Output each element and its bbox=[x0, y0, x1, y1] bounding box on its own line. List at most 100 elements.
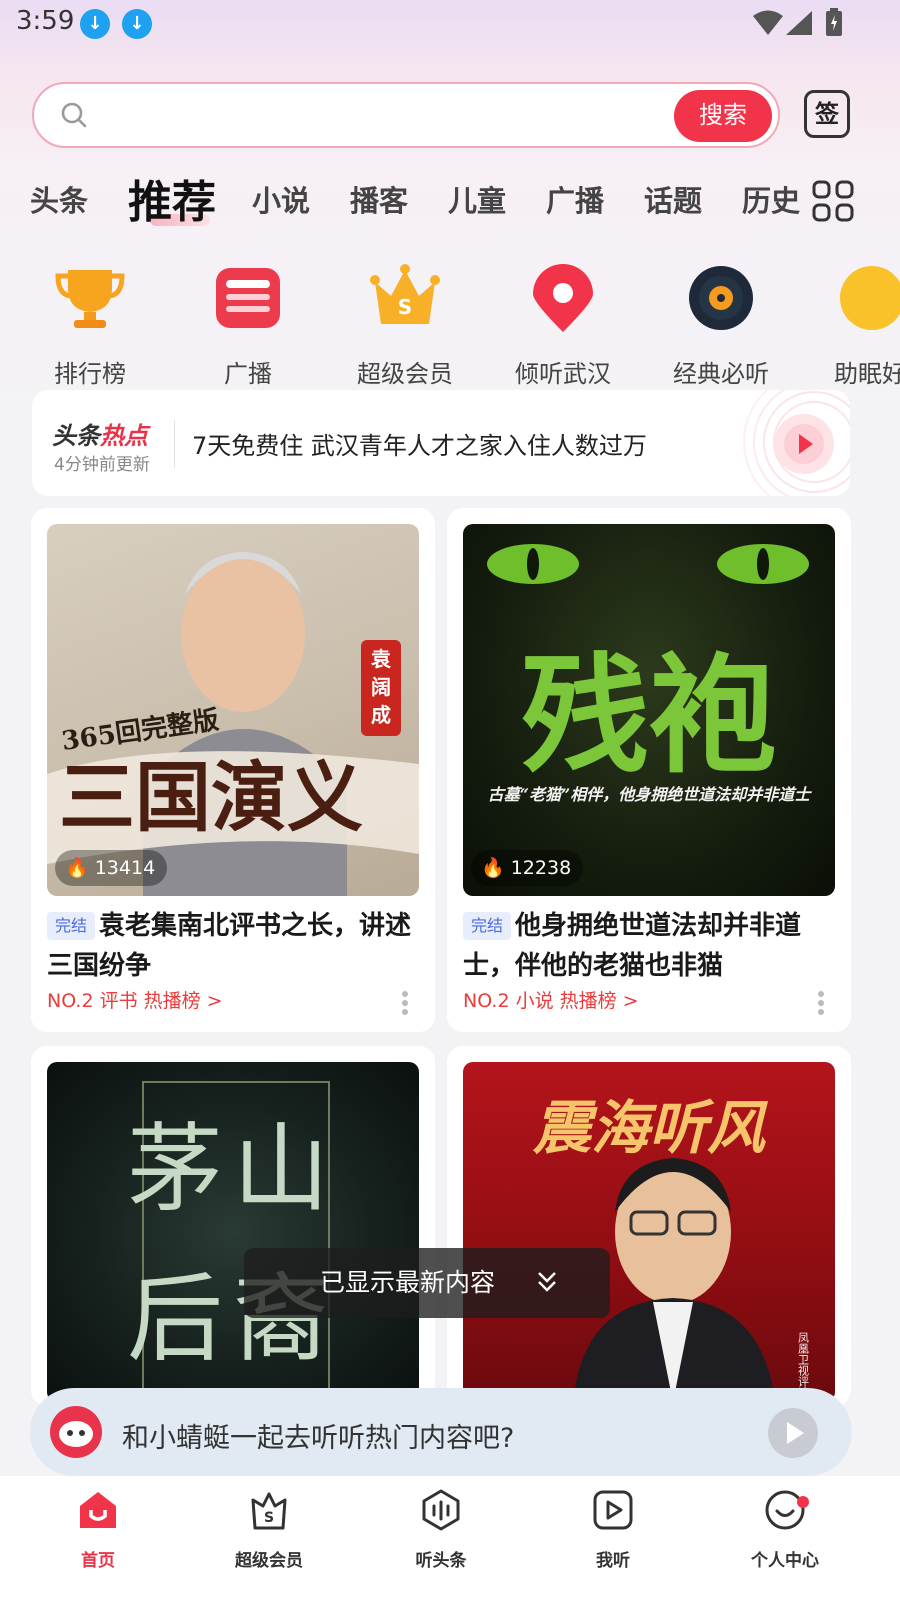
album-title[interactable]: 完结 袁老集南北评书之长，讲述三国纷争 bbox=[47, 906, 419, 986]
cover-title: 茅山 bbox=[127, 1113, 339, 1225]
tab-recommended[interactable]: 推荐 bbox=[128, 166, 216, 230]
cover-title: 残袍 bbox=[521, 641, 777, 791]
album-cover[interactable]: 茅山 后裔 bbox=[47, 1062, 419, 1402]
cover-artwork: 残袍 古墓“老猫”相伴，他身拥绝世道法却并非道士 bbox=[487, 544, 812, 804]
toast-text: 已显示最新内容 bbox=[320, 1268, 496, 1297]
tab-topic[interactable]: 话题 bbox=[644, 178, 702, 220]
cover-subtitle: 古墓“老猫”相伴，他身拥绝世道法却并非道士 bbox=[488, 785, 812, 804]
category-tabs: 头条 推荐 小说 播客 儿童 广播 话题 历史 bbox=[0, 164, 800, 234]
nav-super-vip[interactable]: S 超级会员 bbox=[209, 1488, 329, 1571]
search-icon bbox=[61, 102, 87, 128]
play-icon bbox=[784, 424, 824, 464]
cover-title: 三国演义 bbox=[59, 753, 363, 842]
location-pin-icon bbox=[533, 264, 593, 332]
play-icon bbox=[787, 1422, 804, 1444]
trophy-icon bbox=[55, 270, 125, 328]
cover-author: 袁 bbox=[370, 647, 391, 671]
assistant-play-button[interactable] bbox=[768, 1408, 818, 1458]
status-badge: 完结 bbox=[47, 912, 96, 940]
nav-my-listening[interactable]: 我听 bbox=[553, 1488, 673, 1571]
nav-listen-headlines[interactable]: 听头条 bbox=[381, 1488, 501, 1571]
search-input[interactable] bbox=[104, 96, 664, 136]
cover-artwork: 茅山 后裔 bbox=[127, 1081, 339, 1402]
wifi-icon bbox=[753, 10, 783, 35]
flame-icon: 🔥 bbox=[65, 857, 89, 879]
nav-label: 个人中心 bbox=[751, 1551, 819, 1571]
category-radio[interactable]: 广播 bbox=[183, 262, 313, 389]
hot-brand-text: 头条 bbox=[52, 422, 100, 450]
status-bar: 3:59 ↓ ↓ bbox=[0, 0, 900, 48]
tab-children[interactable]: 儿童 bbox=[448, 178, 506, 220]
category-label: 排行榜 bbox=[54, 360, 126, 388]
more-options-icon[interactable] bbox=[817, 990, 825, 1016]
album-card[interactable]: 残袍 古墓“老猫”相伴，他身拥绝世道法却并非道士 🔥 12238 完结 他身拥绝世… bbox=[447, 508, 851, 1032]
album-card[interactable]: 茅山 后裔 bbox=[31, 1046, 435, 1406]
album-title-text: 他身拥绝世道法却并非道士，伴他的老猫也非猫 bbox=[463, 911, 802, 981]
dragonfly-mascot-icon bbox=[50, 1406, 102, 1458]
svg-text:S: S bbox=[398, 295, 412, 319]
nav-label: 首页 bbox=[81, 1551, 115, 1571]
svg-text:S: S bbox=[264, 1510, 274, 1526]
divider bbox=[174, 420, 175, 468]
play-count-value: 13414 bbox=[94, 857, 156, 879]
tab-radio[interactable]: 广播 bbox=[546, 178, 604, 220]
hot-play-button[interactable] bbox=[774, 414, 834, 474]
category-label: 经典必听 bbox=[673, 360, 769, 388]
quick-categories: 排行榜 广播 S 超级会员 倾听武汉 经典必听 助眠好 bbox=[0, 262, 900, 388]
nav-profile[interactable]: 个人中心 bbox=[725, 1488, 845, 1571]
notification-dot bbox=[797, 1496, 809, 1508]
cover-title: 震海听风 bbox=[532, 1094, 769, 1162]
radio-icon bbox=[216, 268, 280, 328]
hot-news-brand: 头条热点 bbox=[52, 416, 148, 451]
ranking-link[interactable]: NO.2 小说 热播榜 > bbox=[463, 986, 639, 1013]
all-categories-icon[interactable] bbox=[812, 180, 854, 222]
category-label: 倾听武汉 bbox=[515, 360, 611, 388]
album-card[interactable]: 袁 阔 成 365回完整版 三国演义 🔥 13414 完结 袁老集南北评书之长，讲… bbox=[31, 508, 435, 1032]
nav-home[interactable]: 首页 bbox=[38, 1488, 158, 1571]
album-cover[interactable]: 震海听风 凤凰卫视评论员 邱震海 bbox=[463, 1062, 835, 1402]
nav-label: 超级会员 bbox=[235, 1551, 303, 1571]
play-count-value: 12238 bbox=[510, 857, 572, 879]
sign-in-button[interactable]: 签 bbox=[804, 90, 850, 138]
nav-label: 我听 bbox=[596, 1551, 630, 1571]
album-title[interactable]: 完结 他身拥绝世道法却并非道士，伴他的老猫也非猫 bbox=[463, 906, 835, 986]
cover-artwork: 袁 阔 成 365回完整版 三国演义 bbox=[47, 552, 419, 896]
tab-podcast[interactable]: 播客 bbox=[350, 178, 408, 220]
tab-history[interactable]: 历史 bbox=[742, 178, 800, 220]
album-cover[interactable]: 袁 阔 成 365回完整版 三国演义 🔥 13414 bbox=[47, 524, 419, 896]
play-count: 🔥 12238 bbox=[471, 850, 584, 886]
toast-message: 已显示最新内容 bbox=[244, 1248, 610, 1318]
double-chevron-down-icon bbox=[538, 1272, 556, 1292]
album-cover[interactable]: 残袍 古墓“老猫”相伴，他身拥绝世道法却并非道士 🔥 12238 bbox=[463, 524, 835, 896]
vip-bag-icon: S bbox=[251, 1492, 287, 1530]
download-icon: ↓ bbox=[80, 9, 110, 39]
ranking-link[interactable]: NO.2 评书 热播榜 > bbox=[47, 986, 223, 1013]
category-super-vip[interactable]: S 超级会员 bbox=[340, 262, 470, 389]
category-ranking[interactable]: 排行榜 bbox=[25, 262, 155, 389]
bottom-navigation: 首页 S 超级会员 听头条 我听 个人中心 bbox=[0, 1476, 900, 1600]
category-sleep[interactable]: 助眠好 bbox=[812, 262, 900, 389]
tab-headlines[interactable]: 头条 bbox=[30, 178, 88, 220]
status-time: 3:59 bbox=[16, 6, 75, 36]
more-options-icon[interactable] bbox=[401, 990, 409, 1016]
download-icon: ↓ bbox=[122, 9, 152, 39]
category-label: 超级会员 bbox=[357, 360, 453, 388]
battery-icon bbox=[826, 8, 842, 36]
album-card[interactable]: 震海听风 凤凰卫视评论员 邱震海 bbox=[447, 1046, 851, 1406]
sound-wave-icon bbox=[422, 1489, 460, 1531]
cover-author: 阔 bbox=[371, 675, 391, 699]
hot-news-banner[interactable]: 头条热点 4分钟前更新 7天免费住 武汉青年人才之家入住人数过万 bbox=[32, 390, 850, 496]
smile-face-icon bbox=[765, 1490, 805, 1530]
assistant-bar[interactable]: 和小蜻蜓一起去听听热门内容吧? bbox=[30, 1388, 852, 1476]
category-label: 广播 bbox=[224, 360, 272, 388]
nav-label: 听头条 bbox=[415, 1551, 467, 1571]
category-wuhan[interactable]: 倾听武汉 bbox=[498, 262, 628, 389]
crown-icon: S bbox=[370, 264, 440, 324]
home-icon bbox=[80, 1492, 116, 1528]
tab-novel[interactable]: 小说 bbox=[252, 178, 310, 220]
search-button[interactable]: 搜索 bbox=[674, 90, 772, 142]
category-classics[interactable]: 经典必听 bbox=[656, 262, 786, 389]
assistant-prompt: 和小蜻蜓一起去听听热门内容吧? bbox=[122, 1423, 515, 1454]
search-bar: 搜索 bbox=[32, 82, 780, 148]
play-square-icon bbox=[593, 1490, 633, 1530]
